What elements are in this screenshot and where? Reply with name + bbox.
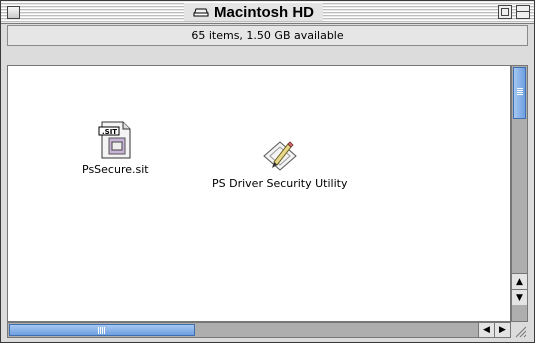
hard-drive-icon bbox=[193, 8, 209, 17]
window-title: Macintosh HD bbox=[214, 3, 315, 21]
svg-text:.SIT: .SIT bbox=[102, 128, 117, 136]
collapse-box-button[interactable] bbox=[516, 5, 530, 19]
scroll-up-arrow-icon[interactable]: ▲ bbox=[512, 273, 527, 289]
items-available-text: 65 items, 1.50 GB available bbox=[191, 29, 344, 42]
utility-app-icon bbox=[262, 141, 297, 171]
scroll-down-arrow-icon[interactable]: ▼ bbox=[512, 289, 527, 305]
horizontal-scrollbar[interactable]: ◀ ▶ bbox=[7, 322, 511, 338]
resize-grow-box[interactable] bbox=[511, 322, 528, 338]
stuffit-archive-icon: .SIT bbox=[98, 121, 131, 159]
zoom-box-button[interactable] bbox=[498, 5, 512, 19]
app-icon-ps-driver-security-utility[interactable]: PS Driver Security Utility bbox=[212, 138, 347, 190]
title-container: Macintosh HD bbox=[184, 3, 324, 21]
scroll-left-arrow-icon[interactable]: ◀ bbox=[478, 323, 494, 337]
vertical-scroll-thumb[interactable] bbox=[513, 67, 526, 119]
window-content[interactable]: .SIT PsSecure.sit PS Driver Security Uti… bbox=[7, 65, 511, 322]
icon-label: PsSecure.sit bbox=[82, 163, 149, 176]
resize-grip-icon bbox=[515, 326, 527, 338]
close-box-button[interactable] bbox=[7, 6, 20, 19]
horizontal-scroll-thumb[interactable] bbox=[9, 324, 195, 336]
icon-label: PS Driver Security Utility bbox=[212, 177, 348, 190]
info-bar: 65 items, 1.50 GB available bbox=[7, 25, 528, 46]
file-icon-pssecure[interactable]: .SIT PsSecure.sit bbox=[82, 120, 149, 176]
vertical-scrollbar[interactable]: ▲ ▼ bbox=[511, 65, 528, 322]
finder-window: Macintosh HD 65 items, 1.50 GB available… bbox=[0, 0, 535, 343]
title-bar[interactable]: Macintosh HD bbox=[1, 1, 534, 24]
scroll-right-arrow-icon[interactable]: ▶ bbox=[494, 323, 510, 337]
